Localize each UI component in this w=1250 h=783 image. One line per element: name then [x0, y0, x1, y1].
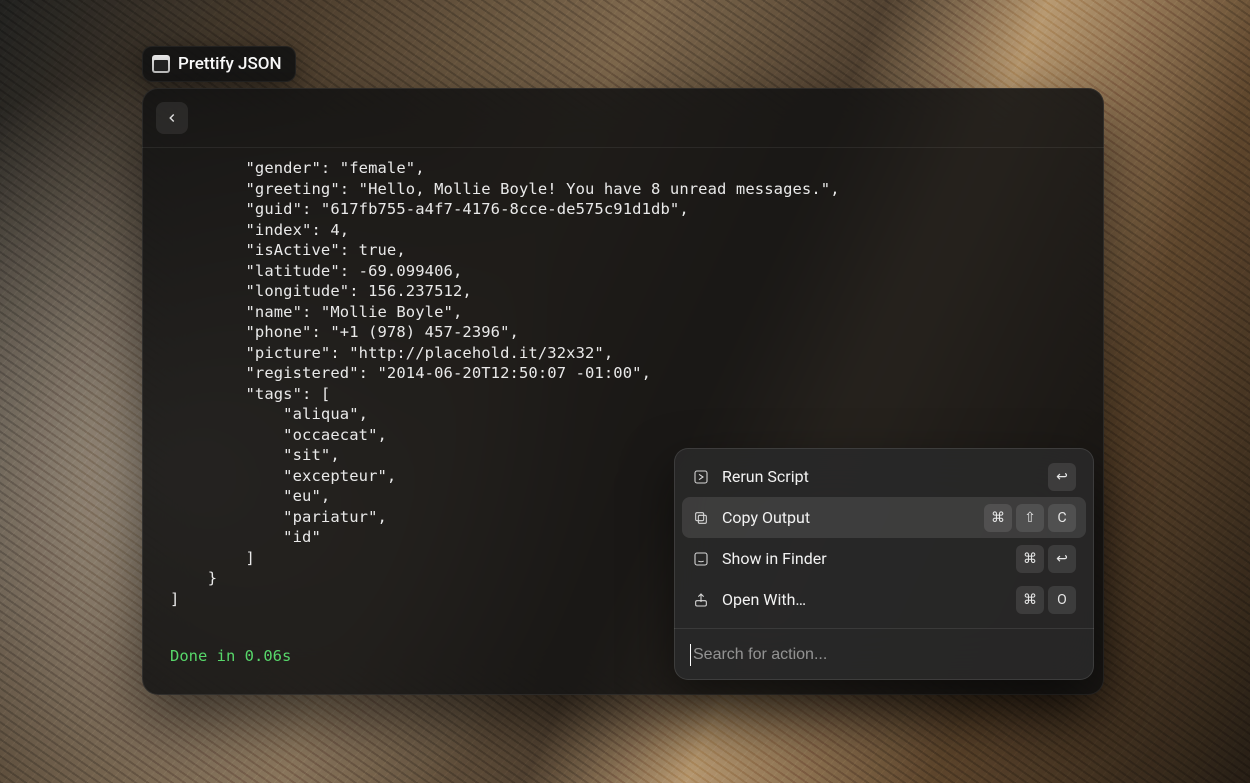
terminal-icon: [152, 55, 170, 73]
action-label: Rerun Script: [722, 467, 809, 486]
panel-header: [142, 88, 1104, 148]
action-open-with[interactable]: Open With… ⌘ O: [682, 579, 1086, 620]
action-show-in-finder[interactable]: Show in Finder ⌘ ↩: [682, 538, 1086, 579]
keycap: ↩: [1048, 545, 1076, 573]
keycap: C: [1048, 504, 1076, 532]
keycap: O: [1048, 586, 1076, 614]
keycap: ⌘: [984, 504, 1012, 532]
finder-icon: [692, 551, 710, 567]
shortcut: ↩: [1048, 463, 1076, 491]
play-square-icon: [692, 469, 710, 485]
action-search-input[interactable]: [693, 646, 1078, 664]
action-label: Show in Finder: [722, 549, 827, 568]
text-caret: [690, 644, 691, 666]
action-search-row[interactable]: [674, 628, 1094, 680]
chevron-left-icon: [165, 111, 179, 125]
shortcut: ⌘ ⇧ C: [984, 504, 1076, 532]
action-copy-output[interactable]: Copy Output ⌘ ⇧ C: [682, 497, 1086, 538]
copy-icon: [692, 510, 710, 526]
action-rerun-script[interactable]: Rerun Script ↩: [682, 456, 1086, 497]
back-button[interactable]: [156, 102, 188, 134]
share-icon: [692, 592, 710, 608]
action-list: Rerun Script ↩ Copy Output ⌘ ⇧ C Show in…: [674, 448, 1094, 628]
action-palette: Rerun Script ↩ Copy Output ⌘ ⇧ C Show in…: [674, 448, 1094, 680]
script-title-pill: Prettify JSON: [142, 46, 296, 82]
keycap: ⇧: [1016, 504, 1044, 532]
script-title-label: Prettify JSON: [178, 54, 282, 74]
shortcut: ⌘ ↩: [1016, 545, 1076, 573]
shortcut: ⌘ O: [1016, 586, 1076, 614]
keycap: ⌘: [1016, 586, 1044, 614]
keycap: ↩: [1048, 463, 1076, 491]
keycap: ⌘: [1016, 545, 1044, 573]
action-label: Open With…: [722, 590, 806, 609]
action-label: Copy Output: [722, 508, 810, 527]
